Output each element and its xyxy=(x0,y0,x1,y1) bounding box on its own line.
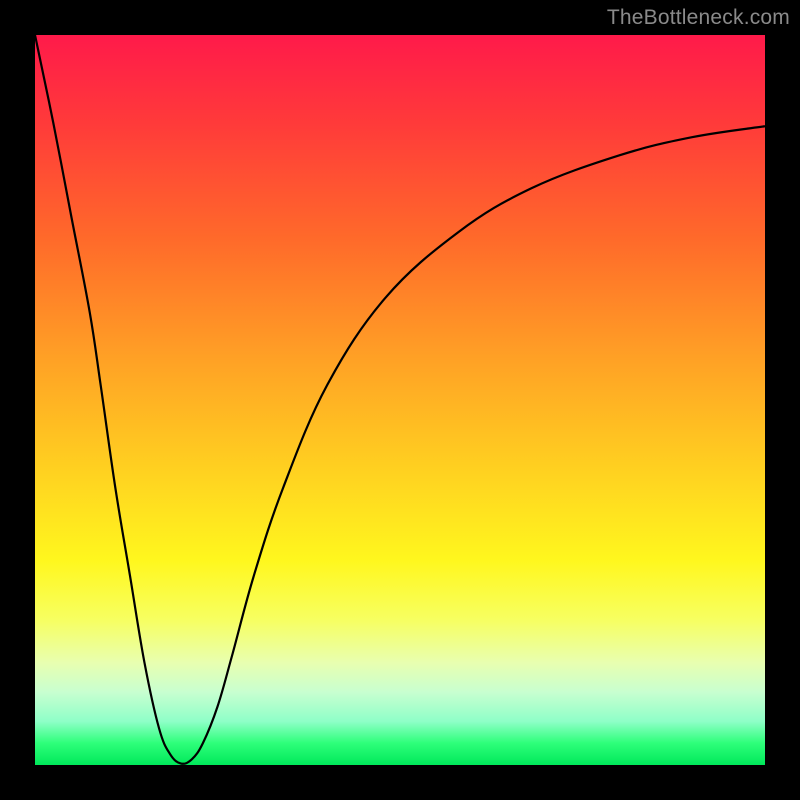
plot-area xyxy=(35,35,765,765)
bead-segment xyxy=(137,615,148,681)
watermark-text: TheBottleneck.com xyxy=(607,6,790,30)
bead-segment xyxy=(184,750,197,761)
bead-segment xyxy=(231,612,243,663)
beads-layer xyxy=(35,35,765,765)
bead-segment xyxy=(201,729,208,747)
bead-segment xyxy=(159,729,168,752)
bead-segment xyxy=(214,677,225,717)
frame: TheBottleneck.com xyxy=(0,0,800,800)
bead-segment xyxy=(169,753,182,762)
bead-segment xyxy=(146,670,158,728)
bead-group xyxy=(137,612,242,762)
